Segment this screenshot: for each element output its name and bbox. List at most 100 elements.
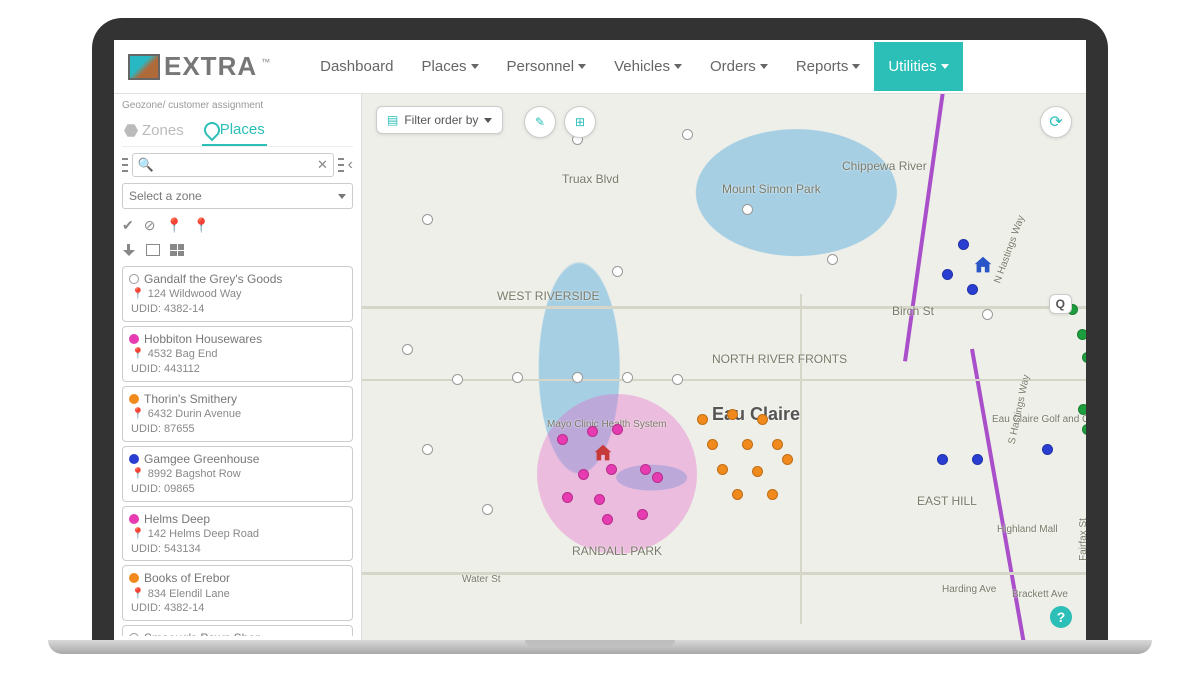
download-icon[interactable]	[122, 244, 136, 258]
refresh-button[interactable]: ⟳	[1040, 106, 1072, 138]
map-marker[interactable]	[958, 239, 969, 250]
q-marker[interactable]: Q	[1049, 294, 1072, 314]
map-marker[interactable]	[732, 489, 743, 500]
map-marker[interactable]	[640, 464, 651, 475]
map-marker[interactable]	[578, 469, 589, 480]
status-dot	[129, 633, 139, 636]
map-marker[interactable]	[742, 439, 753, 450]
check-circle-icon[interactable]: ✔	[122, 217, 134, 234]
map-marker[interactable]	[622, 372, 633, 383]
map-marker[interactable]	[637, 509, 648, 520]
tab-places[interactable]: Places	[202, 117, 267, 146]
place-card[interactable]: Hobbiton Housewares📍 4532 Bag EndUDID: 4…	[122, 326, 353, 382]
geozone-circle[interactable]	[537, 394, 697, 554]
nav-personnel[interactable]: Personnel	[493, 42, 601, 91]
map-marker[interactable]	[772, 439, 783, 450]
nav-reports[interactable]: Reports	[782, 42, 875, 91]
pin-icon: 📍	[131, 348, 145, 360]
map-marker[interactable]	[982, 309, 993, 320]
place-card[interactable]: Books of Erebor📍 834 Elendil LaneUDID: 4…	[122, 565, 353, 621]
card-view-icon[interactable]	[146, 244, 160, 256]
grid-icon: ⊞	[575, 115, 585, 129]
menu-icon[interactable]	[122, 158, 128, 172]
nav-dashboard[interactable]: Dashboard	[306, 42, 407, 91]
map-marker[interactable]	[717, 464, 728, 475]
map-marker[interactable]	[707, 439, 718, 450]
map-marker[interactable]	[742, 204, 753, 215]
collapse-sidebar-icon[interactable]: ‹	[348, 156, 353, 174]
map-text-label: Mayo Clinic Health System	[547, 419, 666, 430]
map-marker[interactable]	[482, 504, 493, 515]
map-marker[interactable]	[602, 514, 613, 525]
map-marker[interactable]	[752, 466, 763, 477]
map-marker[interactable]	[612, 266, 623, 277]
map-marker[interactable]	[606, 464, 617, 475]
help-button[interactable]: ?	[1050, 606, 1072, 628]
search-input-wrap: 🔍 ✕	[132, 153, 334, 177]
map-marker[interactable]	[767, 489, 778, 500]
map-marker[interactable]	[422, 444, 433, 455]
map-marker[interactable]	[942, 269, 953, 280]
map-marker[interactable]	[572, 372, 583, 383]
map-marker[interactable]	[612, 424, 623, 435]
list-view-icon[interactable]	[338, 158, 344, 172]
map-marker[interactable]	[727, 409, 738, 420]
chevron-down-icon	[471, 64, 479, 69]
nav-utilities[interactable]: Utilities	[874, 42, 962, 91]
nav-label: Vehicles	[614, 58, 670, 75]
map-marker[interactable]	[1082, 352, 1086, 363]
map-marker[interactable]	[937, 454, 948, 465]
edit-button[interactable]: ✎	[524, 106, 556, 138]
grid-view-icon[interactable]	[170, 244, 184, 256]
pin-alt-icon[interactable]: 📍	[193, 217, 210, 234]
nav-orders[interactable]: Orders	[696, 42, 782, 91]
place-card[interactable]: Smaoug's Pawn Shop	[122, 625, 353, 636]
map-marker[interactable]	[827, 254, 838, 265]
place-card[interactable]: Gamgee Greenhouse📍 8992 Bagshot RowUDID:…	[122, 446, 353, 502]
filter-order-button[interactable]: ▤ Filter order by	[376, 106, 503, 134]
cancel-circle-icon[interactable]: ⊘	[144, 217, 156, 234]
map-marker[interactable]	[594, 494, 605, 505]
map-marker[interactable]	[672, 374, 683, 385]
status-dot	[129, 514, 139, 524]
place-name: Books of Erebor	[144, 570, 230, 586]
map-marker[interactable]	[422, 214, 433, 225]
map-marker[interactable]	[972, 454, 983, 465]
search-input[interactable]	[158, 158, 313, 172]
top-nav: EXTRA ™ DashboardPlacesPersonnel Vehicles…	[114, 40, 1086, 94]
map-marker[interactable]	[557, 434, 568, 445]
map-text-label: EAST HILL	[917, 494, 977, 508]
status-dot	[129, 274, 139, 284]
map-marker[interactable]	[452, 374, 463, 385]
brand-logo[interactable]: EXTRA ™	[122, 51, 276, 82]
trademark: ™	[261, 57, 270, 67]
map-marker[interactable]	[587, 426, 598, 437]
tab-zones[interactable]: Zones	[122, 117, 186, 146]
zone-select[interactable]: Select a zone	[122, 183, 353, 209]
map[interactable]: Chippewa RiverMount Simon ParkTruax Blvd…	[362, 94, 1086, 642]
map-marker[interactable]	[562, 492, 573, 503]
map-marker[interactable]	[1077, 329, 1086, 340]
pin-action-icon[interactable]: 📍	[165, 217, 182, 234]
map-marker[interactable]	[782, 454, 793, 465]
place-address: 6432 Durin Avenue	[148, 408, 241, 420]
nav-label: Utilities	[888, 58, 936, 75]
nav-places[interactable]: Places	[408, 42, 493, 91]
map-marker[interactable]	[1082, 424, 1086, 435]
map-marker[interactable]	[512, 372, 523, 383]
map-marker[interactable]	[1042, 444, 1053, 455]
place-card[interactable]: Helms Deep📍 142 Helms Deep RoadUDID: 543…	[122, 506, 353, 562]
map-marker[interactable]	[967, 284, 978, 295]
breadcrumb: Geozone/ customer assignment	[122, 100, 353, 111]
map-marker[interactable]	[682, 129, 693, 140]
map-marker[interactable]	[402, 344, 413, 355]
map-marker[interactable]	[652, 472, 663, 483]
place-card[interactable]: Thorin's Smithery📍 6432 Durin AvenueUDID…	[122, 386, 353, 442]
grid-button[interactable]: ⊞	[564, 106, 596, 138]
map-marker[interactable]	[1078, 404, 1086, 415]
map-marker[interactable]	[757, 414, 768, 425]
nav-vehicles[interactable]: Vehicles	[600, 42, 696, 91]
map-marker[interactable]	[697, 414, 708, 425]
clear-search-icon[interactable]: ✕	[317, 157, 328, 173]
place-card[interactable]: Gandalf the Grey's Goods📍 124 Wildwood W…	[122, 266, 353, 322]
